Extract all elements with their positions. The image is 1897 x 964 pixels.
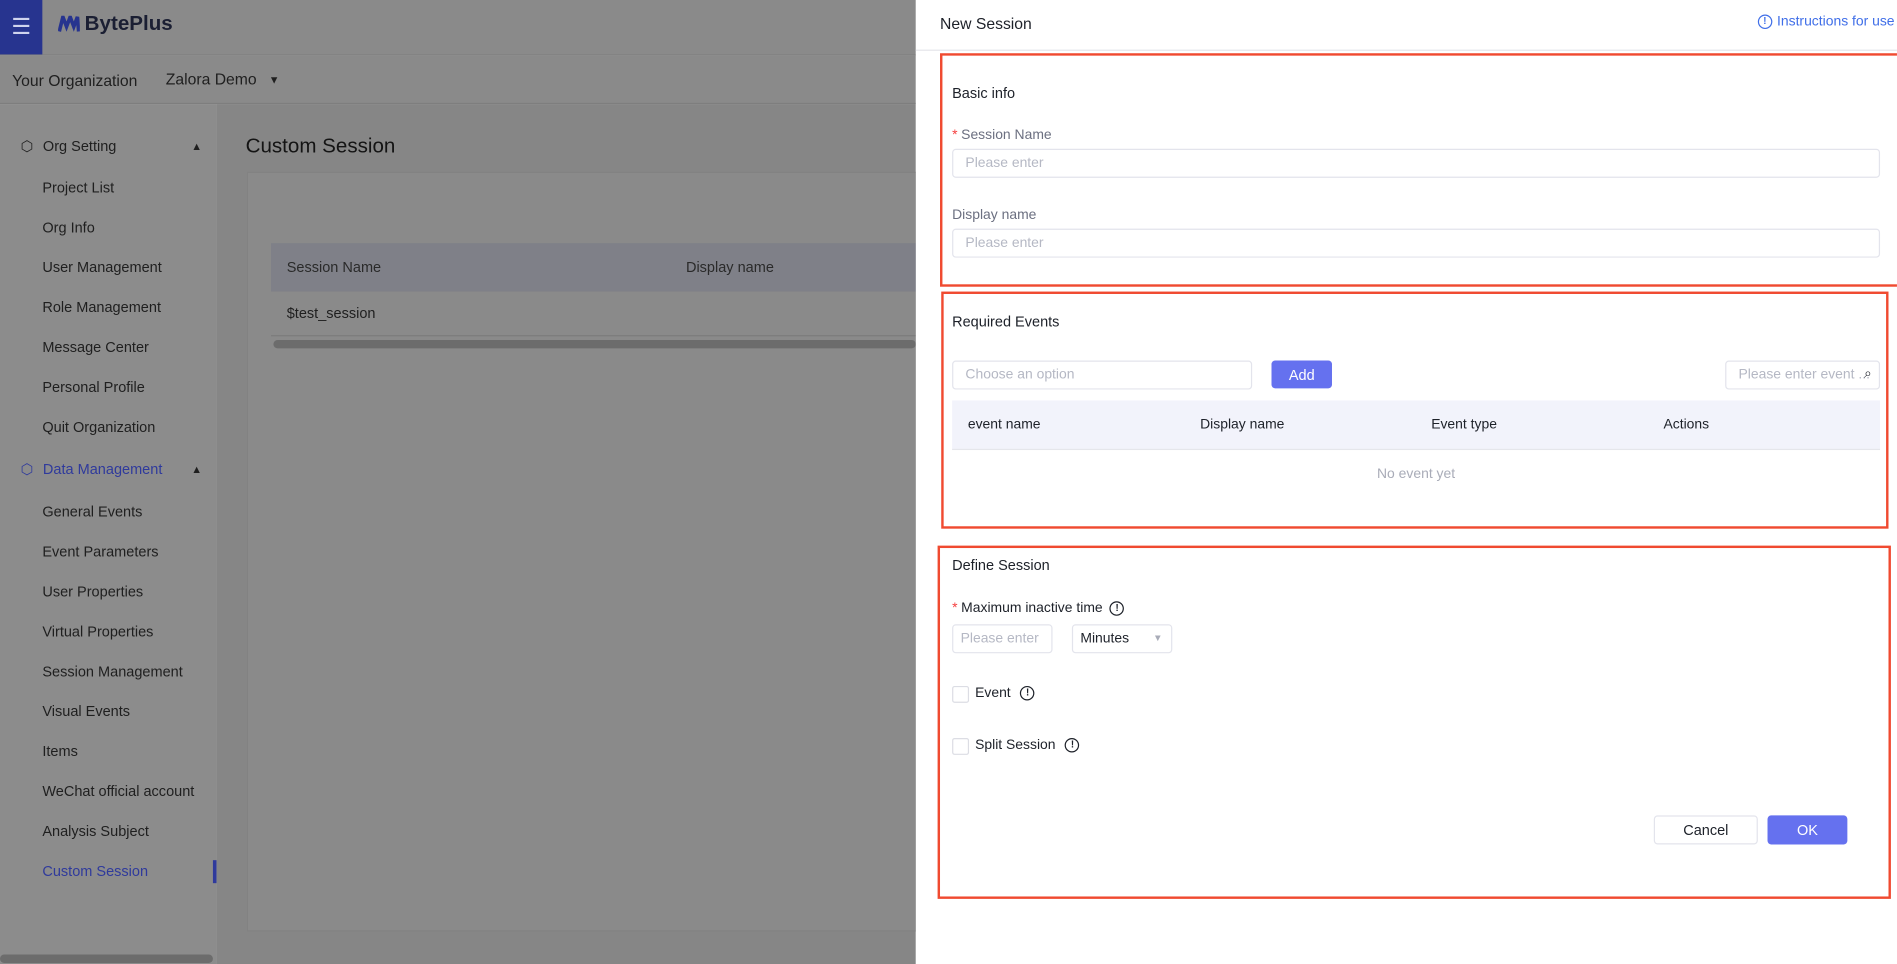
sidebar-item-analysis-subject[interactable]: Analysis Subject — [42, 823, 149, 840]
label-text: Split Session — [975, 737, 1056, 753]
sidebar-item-personal-profile[interactable]: Personal Profile — [42, 379, 144, 396]
new-session-drawer: New Session ! Instructions for use Basic… — [915, 0, 1897, 964]
split-session-label: Split Session ! — [975, 737, 1080, 753]
instructions-label: Instructions for use — [1777, 14, 1895, 30]
label-text: Maximum inactive time — [961, 601, 1103, 616]
caret-down-icon: ▼ — [1153, 632, 1163, 644]
display-name-label: Display name — [952, 208, 1037, 223]
label-text: Event — [975, 685, 1011, 701]
cancel-button[interactable]: Cancel — [1653, 815, 1758, 845]
sidebar-item-visual-events[interactable]: Visual Events — [42, 703, 130, 720]
info-icon: ! — [1757, 14, 1773, 30]
org-bar: Your Organization Zalora Demo ▼ — [0, 55, 916, 105]
drawer-title: New Session — [940, 14, 1032, 33]
sidebar-item-wechat-official-account[interactable]: WeChat official account — [42, 783, 194, 800]
sidebar-item-session-management[interactable]: Session Management — [42, 663, 182, 680]
event-checkbox[interactable] — [952, 685, 970, 703]
split-session-checkbox[interactable] — [952, 737, 970, 755]
cube-icon: ⬡ — [20, 460, 34, 478]
time-unit-select[interactable]: Minutes ▼ — [1071, 624, 1173, 654]
required-events-title: Required Events — [952, 313, 1060, 331]
search-placeholder: Please enter event ... — [1738, 367, 1870, 383]
sidebar-scrollbar[interactable] — [0, 954, 213, 964]
ok-button[interactable]: OK — [1767, 815, 1848, 845]
table-header: Session Name Display name — [270, 243, 925, 292]
table-row[interactable]: $test_session — [270, 292, 925, 337]
brand-name: BytePlus — [84, 12, 173, 36]
sidebar-item-user-properties[interactable]: User Properties — [42, 583, 143, 600]
group-label: Data Management — [42, 460, 163, 478]
sidebar-item-message-center[interactable]: Message Center — [42, 339, 149, 356]
column-header: Display name — [1200, 417, 1285, 432]
max-inactive-label: * Maximum inactive time ! — [952, 601, 1125, 616]
byteplus-logo-icon — [58, 15, 80, 32]
sidebar-item-user-management[interactable]: User Management — [42, 259, 161, 276]
group-label: Org Setting — [42, 137, 117, 155]
event-select[interactable]: Choose an option — [952, 360, 1253, 390]
chevron-up-icon: ▲ — [191, 463, 203, 476]
org-selected: Zalora Demo — [165, 70, 257, 89]
info-icon[interactable]: ! — [1020, 685, 1035, 701]
sidebar-item-project-list[interactable]: Project List — [42, 179, 114, 196]
column-header: Session Name — [286, 258, 382, 276]
column-header: Actions — [1663, 417, 1710, 432]
sidebar-item-quit-organization[interactable]: Quit Organization — [42, 419, 155, 436]
sidebar-group-data-management[interactable]: ⬡ Data Management ▲ — [21, 461, 202, 478]
events-table-header: event name Display name Event type Actio… — [952, 400, 1881, 451]
chevron-up-icon: ▲ — [191, 140, 203, 153]
basic-info-title: Basic info — [952, 84, 1016, 102]
max-inactive-input[interactable]: Please enter — [952, 624, 1053, 654]
sidebar-item-virtual-properties[interactable]: Virtual Properties — [42, 623, 153, 640]
event-checkbox-label: Event ! — [975, 685, 1035, 701]
event-search-input[interactable]: Please enter event ... ⌕ — [1725, 360, 1881, 390]
session-name-cell: $test_session — [286, 304, 376, 322]
session-name-label: * Session Name — [952, 128, 1052, 143]
selected-unit: Minutes — [1080, 631, 1130, 647]
logo: BytePlus — [58, 12, 173, 36]
sidebar-item-org-info[interactable]: Org Info — [42, 219, 94, 236]
label-text: Session Name — [961, 128, 1052, 143]
instructions-link[interactable]: ! Instructions for use — [1757, 14, 1895, 30]
session-name-input[interactable]: Please enter — [952, 148, 1881, 178]
sidebar-item-items[interactable]: Items — [42, 743, 78, 760]
page-title: Custom Session — [245, 134, 396, 158]
sidebar-item-event-parameters[interactable]: Event Parameters — [42, 543, 158, 560]
drawer-header: New Session ! Instructions for use — [915, 0, 1897, 51]
empty-state: No event yet — [1376, 466, 1456, 482]
column-header: Display name — [685, 258, 774, 276]
info-icon[interactable]: ! — [1065, 737, 1080, 753]
sidebar-group-org-setting[interactable]: ⬡ Org Setting ▲ — [21, 138, 202, 155]
add-button[interactable]: Add — [1271, 360, 1332, 389]
search-icon: ⌕ — [1864, 366, 1872, 382]
sidebar-item-custom-session[interactable]: Custom Session — [42, 863, 148, 880]
sidebar: ⬡ Org Setting ▲ Project List Org Info Us… — [0, 104, 217, 964]
org-selector[interactable]: Zalora Demo ▼ — [166, 70, 280, 88]
hamburger-menu-button[interactable]: ☰ — [0, 0, 43, 55]
sidebar-item-role-management[interactable]: Role Management — [42, 299, 161, 316]
sidebar-item-general-events[interactable]: General Events — [42, 503, 142, 520]
org-label: Your Organization — [12, 71, 138, 90]
cube-icon: ⬡ — [20, 137, 34, 155]
display-name-input[interactable]: Please enter — [952, 228, 1881, 258]
define-session-section — [937, 545, 1891, 899]
column-header: event name — [967, 417, 1041, 432]
caret-down-icon: ▼ — [268, 73, 280, 86]
define-session-title: Define Session — [952, 556, 1050, 574]
hamburger-icon: ☰ — [11, 14, 31, 39]
info-icon[interactable]: ! — [1109, 601, 1125, 616]
column-header: Event type — [1431, 417, 1497, 432]
table-scrollbar[interactable] — [273, 339, 916, 349]
